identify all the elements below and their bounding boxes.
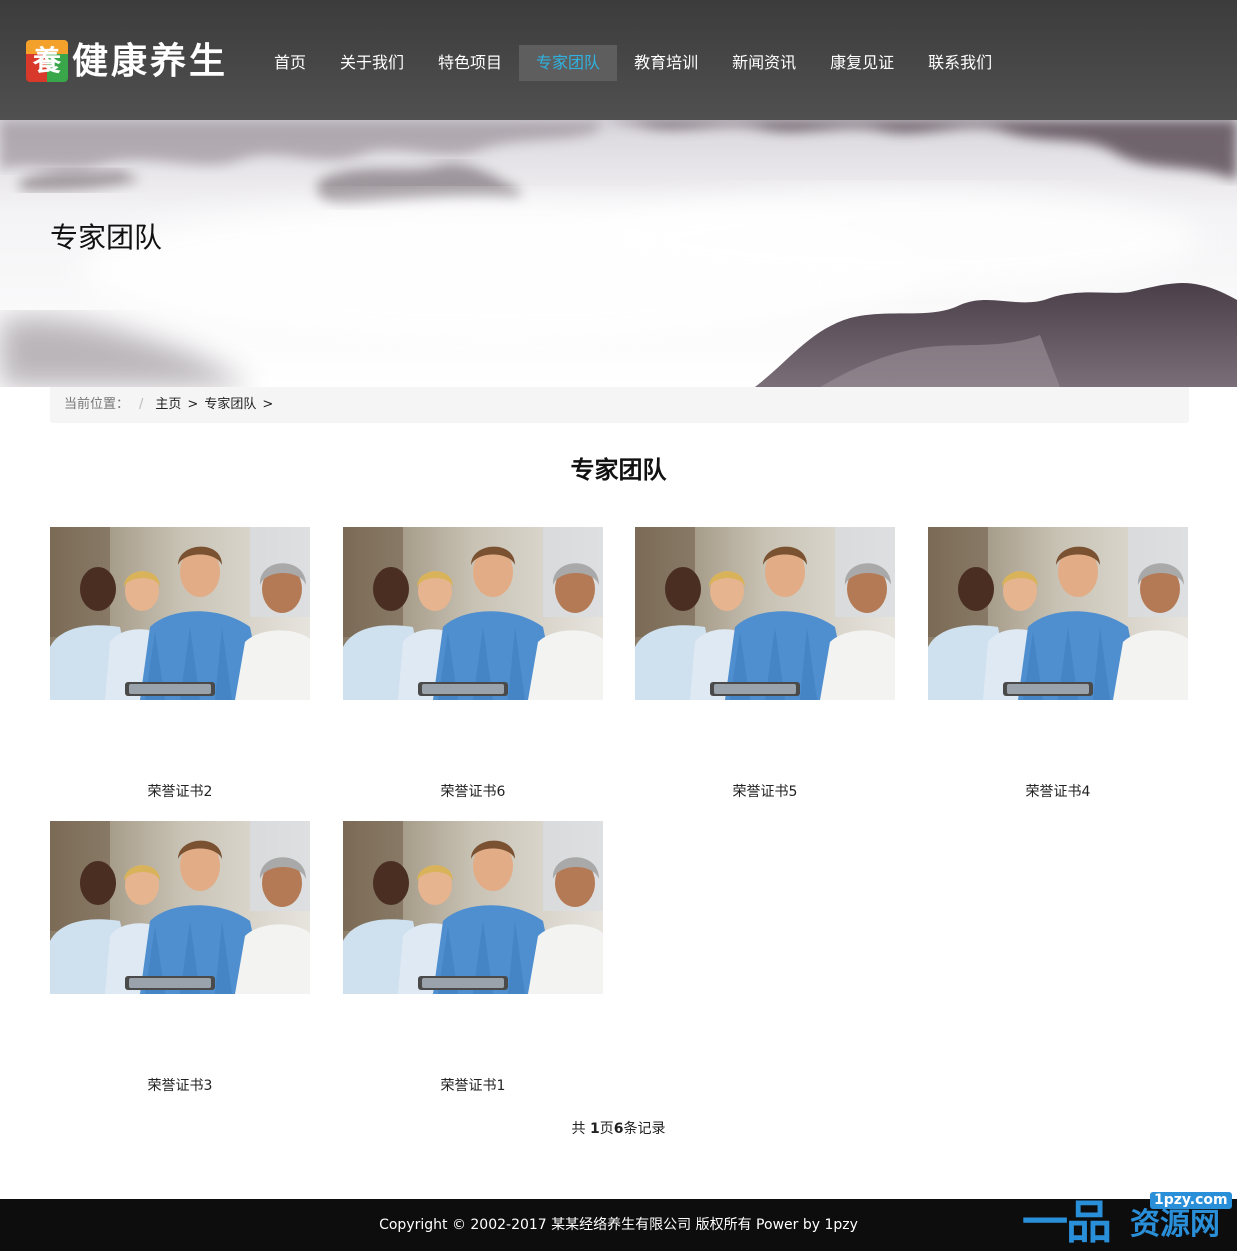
nav-item-about[interactable]: 关于我们 [323,45,421,81]
pager-page-count: 1 [589,1121,600,1137]
watermark-mark: 一品 [1022,1195,1112,1249]
team-photo[interactable] [343,527,603,700]
nav-item-news[interactable]: 新闻资讯 [715,45,813,81]
card-caption[interactable]: 荣誉证书6 [343,781,603,801]
expert-card[interactable]: 荣誉证书6 [343,527,603,812]
card-caption[interactable]: 荣誉证书3 [50,1075,310,1095]
card-caption[interactable]: 荣誉证书2 [50,781,310,801]
breadcrumb-label: 当前位置： [64,397,130,412]
card-caption[interactable]: 荣誉证书4 [928,781,1188,801]
nav-item-testimonials[interactable]: 康复见证 [813,45,911,81]
pager-page-unit: 页 [599,1121,614,1137]
team-photo[interactable] [343,821,603,994]
nav-item-training[interactable]: 教育培训 [617,45,715,81]
ink-mountain-illustration [0,120,1237,387]
site-header: 養 健康养生 首页 关于我们 特色项目 专家团队 教育培训 新闻资讯 康复见证 … [0,0,1237,120]
pager-prefix: 共 [571,1121,586,1137]
team-photo[interactable] [50,527,310,700]
section-title: 专家团队 [570,456,667,484]
pagination-summary: 共 1页6条记录 [0,1118,1237,1138]
expert-card[interactable]: 荣誉证书3 [50,821,310,1106]
expert-card[interactable]: 荣誉证书1 [343,821,603,1106]
pager-record-unit: 条记录 [623,1121,666,1137]
nav-item-experts[interactable]: 专家团队 [519,45,618,81]
breadcrumb-home-link[interactable]: 主页 [155,387,181,423]
logo-mark-icon: 養 [26,40,68,82]
page-banner: 专家团队 [0,120,1237,387]
breadcrumb-experts-link[interactable]: 专家团队 [204,387,256,423]
banner-title: 专家团队 [50,221,163,254]
expert-card[interactable]: 荣誉证书4 [928,527,1188,812]
team-photo[interactable] [635,527,895,700]
site-name: 健康养生 [72,40,229,82]
card-caption[interactable]: 荣誉证书1 [343,1075,603,1095]
site-logo[interactable]: 養 健康养生 [26,40,228,82]
watermark-logo: 一品 1pzy.com 资源网 [1020,1190,1235,1248]
team-photo[interactable] [928,527,1188,700]
pager-record-count: 6 [613,1121,624,1137]
nav-item-features[interactable]: 特色项目 [421,45,519,81]
breadcrumb-arrow: > [187,397,199,412]
main-nav: 首页 关于我们 特色项目 专家团队 教育培训 新闻资讯 康复见证 联系我们 [257,45,1009,81]
nav-item-contact[interactable]: 联系我们 [911,45,1009,81]
nav-item-home[interactable]: 首页 [257,45,323,81]
expert-card[interactable]: 荣誉证书5 [635,527,895,812]
watermark-text: 资源网 [1130,1207,1220,1242]
breadcrumb-arrow: > [262,397,274,412]
card-caption[interactable]: 荣誉证书5 [635,781,895,801]
expert-card[interactable]: 荣誉证书2 [50,527,310,812]
breadcrumb-separator: / [139,397,144,412]
team-photo[interactable] [50,821,310,994]
breadcrumb: 当前位置： / 主页 > 专家团队 > [50,387,1189,423]
